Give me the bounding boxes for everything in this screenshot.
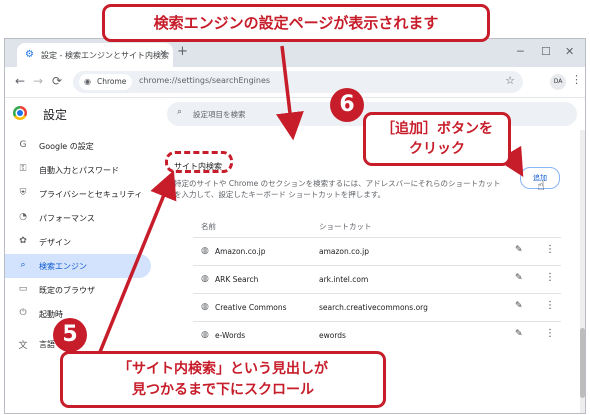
top-callout: 検索エンジンの設定ページが表示されます [102, 4, 490, 42]
step5-badge: 5 [53, 318, 87, 352]
step5-line2: 見つかるまで下にスクロール [132, 382, 314, 398]
section-highlight [165, 151, 233, 173]
arrow-to-section [98, 170, 177, 353]
step6-badge: 6 [330, 88, 364, 122]
step5-line1: 「サイト内検索」という見出しが [118, 361, 328, 377]
step5-callout: 「サイト内検索」という見出しが 見つかるまで下にスクロール [60, 351, 386, 408]
step6-line1: ［追加］ボタンを [381, 121, 493, 137]
top-callout-text: 検索エンジンの設定ページが表示されます [153, 14, 439, 32]
step6-line2: クリック [409, 141, 465, 157]
arrow-to-page [276, 45, 304, 141]
step6-callout: ［追加］ボタンを クリック [363, 112, 511, 166]
